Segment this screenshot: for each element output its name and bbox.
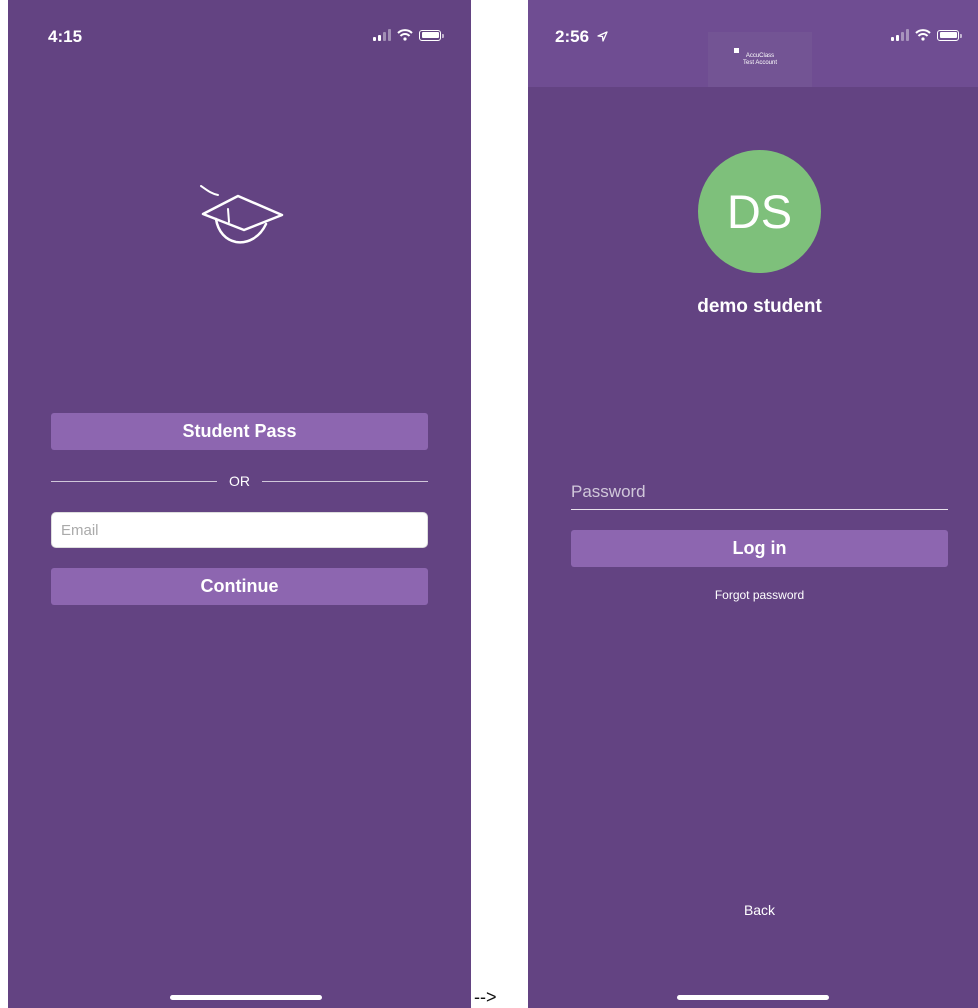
graduation-cap-icon <box>200 185 284 244</box>
or-label: OR <box>229 473 250 489</box>
account-badge-line: AccuClass <box>745 53 775 59</box>
password-field[interactable]: Password <box>571 478 948 510</box>
account-badge-line: Test Account <box>742 60 778 66</box>
login-button[interactable]: Log in <box>571 530 948 567</box>
battery-icon <box>419 29 444 41</box>
password-screen: AccuClass Test Account 2:56 DS demo stud… <box>528 0 978 1008</box>
student-pass-button[interactable]: Student Pass <box>51 413 428 450</box>
account-badge: AccuClass Test Account <box>708 32 812 87</box>
or-divider: OR <box>51 473 428 489</box>
wifi-icon <box>915 29 931 41</box>
home-indicator[interactable] <box>677 995 829 1000</box>
avatar: DS <box>698 150 821 273</box>
home-indicator[interactable] <box>170 995 322 1000</box>
back-link[interactable]: Back <box>528 902 978 918</box>
status-time-text: 2:56 <box>555 27 590 46</box>
status-time: 4:15 <box>48 27 83 46</box>
status-icons <box>373 28 444 42</box>
status-time: 2:56 <box>555 27 608 47</box>
user-name: demo student <box>697 296 822 317</box>
status-icons <box>891 28 962 42</box>
wifi-icon <box>397 29 413 41</box>
doc-icon <box>734 48 739 53</box>
forgot-password-link[interactable]: Forgot password <box>528 588 978 602</box>
divider-line <box>262 480 428 482</box>
transition-arrow: --> <box>474 987 497 1007</box>
email-field[interactable]: Email <box>51 512 428 548</box>
signal-icon <box>373 29 391 41</box>
location-arrow-icon <box>597 31 608 42</box>
login-screen: 4:15 Student Pass OR Email Continue <box>8 0 471 1008</box>
signal-icon <box>891 29 909 41</box>
continue-button[interactable]: Continue <box>51 568 428 605</box>
battery-icon <box>937 29 962 41</box>
divider-line <box>51 480 217 482</box>
